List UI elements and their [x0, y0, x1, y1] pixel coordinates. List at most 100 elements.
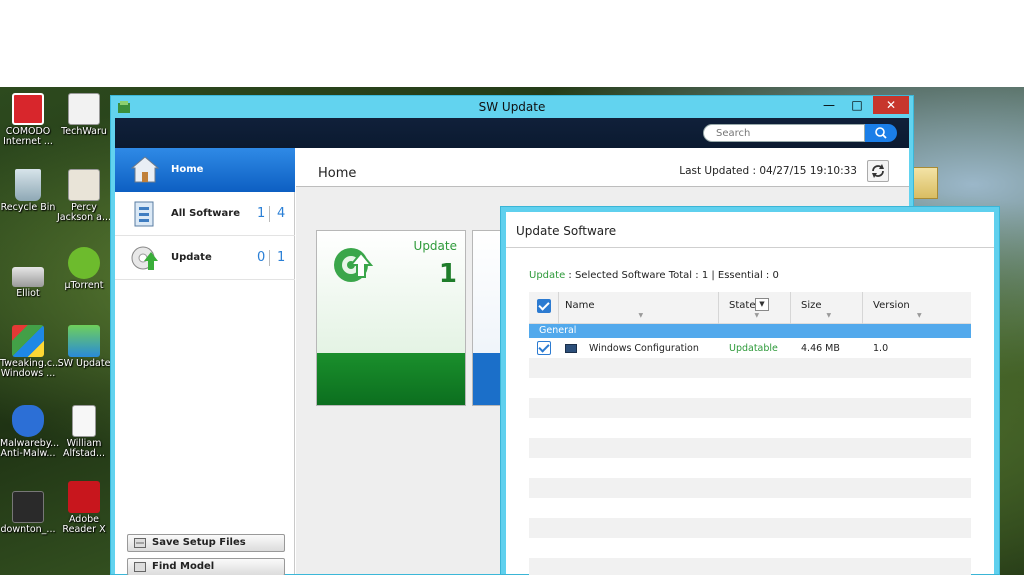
update-icon	[131, 246, 158, 270]
row-state: Updatable	[729, 343, 778, 354]
count-divider	[269, 250, 270, 266]
document-icon	[72, 405, 96, 437]
group-header-general[interactable]: General	[529, 324, 971, 338]
monitor-icon	[565, 344, 577, 353]
save-icon	[134, 538, 146, 548]
desktop-icon-label: William Alfstad...	[62, 438, 106, 459]
column-state-label: State	[729, 300, 756, 311]
desktop-icon-label: COMODO Internet ...	[3, 126, 53, 147]
sidebar: Home All Software 1 4 Update 0 1 Save Se…	[115, 148, 295, 575]
dialog-body: Update Software Update : Selected Softwa…	[506, 212, 994, 575]
desktop-icon-tweaking[interactable]: Tweaking.c... Windows ...	[0, 325, 61, 379]
sidebar-item-label: Update	[171, 252, 212, 263]
total-count: 4	[277, 206, 286, 221]
desktop-icon-label: downton_...	[0, 524, 56, 535]
save-setup-files-button[interactable]: Save Setup Files	[127, 534, 285, 552]
sidebar-item-all-software[interactable]: All Software 1 4	[115, 192, 295, 236]
update-total-count: 1	[277, 250, 286, 265]
column-header-state[interactable]: State ▼ ▼	[719, 292, 791, 324]
desktop-icon-label: TechWaru	[61, 126, 107, 137]
state-filter-dropdown[interactable]: ▼	[755, 298, 769, 311]
selection-summary: Update : Selected Software Total : 1 | E…	[529, 270, 779, 281]
maximize-button[interactable]: □	[843, 96, 871, 114]
update-available-count: 0	[257, 250, 266, 265]
minimize-button[interactable]: —	[815, 96, 843, 114]
column-name-label: Name	[565, 300, 595, 311]
row-name: Windows Configuration	[589, 343, 699, 354]
desktop-icon-utorrent[interactable]: µTorrent	[56, 247, 112, 291]
desktop-icon-sw-update[interactable]: SW Update	[56, 325, 112, 369]
empty-row	[529, 498, 971, 518]
desktop-icon-recycle-bin[interactable]: Recycle Bin	[0, 169, 56, 213]
update-tile[interactable]: Update 1	[316, 230, 466, 406]
grid-header: Name ▼ State ▼ ▼ Size ▼ Version ▼	[529, 292, 971, 324]
software-icon	[134, 201, 154, 227]
close-button[interactable]: ✕	[873, 96, 909, 114]
empty-row	[529, 478, 971, 498]
sort-arrow-icon: ▼	[754, 312, 760, 319]
desktop-icon-downton[interactable]: downton_...	[0, 491, 56, 535]
video-file-icon	[12, 491, 44, 523]
document-icon	[68, 169, 100, 201]
column-header-name[interactable]: Name ▼	[559, 292, 719, 324]
desktop-icon-techwaru[interactable]: TechWaru	[56, 93, 112, 137]
row-size: 4.46 MB	[801, 343, 840, 354]
column-header-size[interactable]: Size ▼	[791, 292, 863, 324]
toolbar	[115, 118, 909, 148]
page-title: Home	[318, 166, 357, 181]
empty-row	[529, 358, 971, 378]
sidebar-item-update[interactable]: Update 0 1	[115, 236, 295, 280]
sidebar-item-label: All Software	[171, 208, 240, 219]
desktop-icon-label: Recycle Bin	[0, 202, 56, 213]
desktop-icon-label: Malwareby... Anti-Malw...	[0, 438, 60, 459]
desktop-icon-elliot[interactable]: Elliot	[0, 257, 56, 299]
update-software-dialog: Update Software Update : Selected Softwa…	[500, 206, 1000, 575]
update-tile-icon	[334, 248, 374, 282]
recycle-bin-icon	[15, 169, 41, 201]
desktop-icon-malwarebytes[interactable]: Malwareby... Anti-Malw...	[0, 405, 60, 459]
document-icon	[68, 93, 100, 125]
select-all-column	[529, 292, 559, 324]
column-header-version[interactable]: Version ▼	[863, 292, 971, 324]
sidebar-item-home[interactable]: Home	[115, 148, 295, 192]
dialog-title: Update Software	[516, 224, 617, 238]
find-icon	[134, 562, 146, 572]
desktop-icon-adobe[interactable]: Adobe Reader X	[56, 481, 112, 535]
sort-arrow-icon: ▼	[917, 312, 922, 319]
update-tile-label: Update	[413, 239, 457, 253]
window-title: SW Update	[478, 100, 546, 114]
select-all-checkbox[interactable]	[537, 299, 551, 313]
search-input[interactable]	[703, 124, 865, 142]
desktop-icon-label: µTorrent	[64, 280, 104, 291]
refresh-button[interactable]	[867, 160, 889, 182]
installed-count: 1	[257, 206, 266, 221]
software-tile-bar	[473, 353, 501, 405]
dialog-title-divider	[506, 247, 994, 248]
find-model-button[interactable]: Find Model	[127, 558, 285, 575]
folder-icon[interactable]	[912, 167, 938, 199]
malwarebytes-icon	[12, 405, 44, 437]
sw-update-icon	[68, 325, 100, 357]
desktop-icon-percy[interactable]: Percy Jackson a...	[56, 169, 112, 223]
desktop-icon-label: Percy Jackson a...	[56, 202, 112, 223]
search-button[interactable]	[865, 124, 897, 142]
row-checkbox[interactable]	[537, 341, 551, 355]
desktop-icon-label: SW Update	[57, 358, 111, 369]
desktop-icon-label: Tweaking.c... Windows ...	[0, 358, 62, 379]
last-updated-text: Last Updated : 04/27/15 19:10:33	[679, 165, 857, 177]
software-tile[interactable]	[472, 230, 502, 406]
empty-row	[529, 398, 971, 418]
drive-icon	[12, 267, 44, 287]
empty-row	[529, 458, 971, 478]
find-model-label: Find Model	[152, 561, 215, 572]
search-box	[703, 124, 897, 142]
title-bar[interactable]: SW Update — □ ✕	[111, 96, 913, 118]
empty-row	[529, 378, 971, 398]
windows-shield-icon	[12, 325, 44, 357]
desktop-icon-william[interactable]: William Alfstad...	[56, 405, 112, 459]
home-icon	[130, 156, 160, 183]
desktop-icon-comodo[interactable]: COMODO Internet ...	[0, 93, 56, 147]
desktop-icon-label: Elliot	[16, 288, 40, 299]
empty-row	[529, 538, 971, 558]
table-row[interactable]: Windows Configuration Updatable 4.46 MB …	[529, 338, 971, 358]
